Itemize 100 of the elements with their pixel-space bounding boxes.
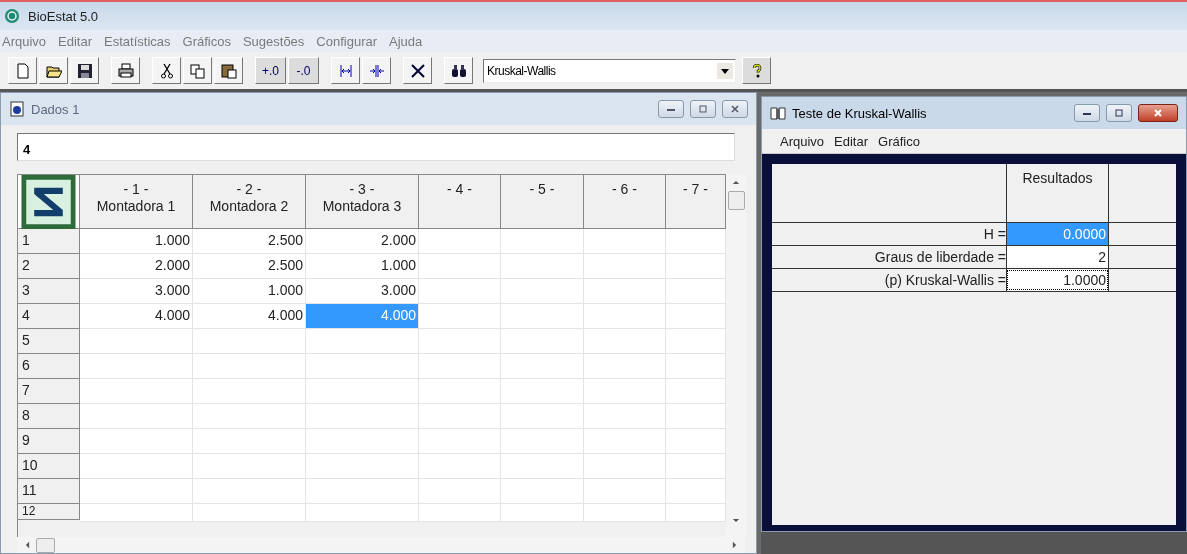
table-cell[interactable] (193, 429, 306, 454)
table-cell[interactable] (80, 454, 193, 479)
row-header[interactable]: 11 (18, 479, 80, 504)
cut-icon[interactable] (152, 57, 181, 84)
table-cell[interactable] (501, 354, 584, 379)
maximize-button[interactable] (690, 100, 716, 118)
table-cell[interactable] (419, 304, 501, 329)
table-cell[interactable] (419, 379, 501, 404)
table-cell[interactable] (584, 429, 666, 454)
table-cell[interactable] (501, 404, 584, 429)
open-folder-icon[interactable] (39, 57, 68, 84)
menu-item[interactable]: Gráfico (878, 133, 920, 149)
table-cell[interactable] (419, 329, 501, 354)
analysis-dropdown[interactable]: Kruskal-Wallis (483, 58, 736, 83)
table-cell[interactable] (666, 379, 726, 404)
table-cell[interactable] (306, 504, 419, 522)
column-header[interactable]: - 4 - (419, 175, 501, 229)
table-cell[interactable]: 1.000 (306, 254, 419, 279)
row-header[interactable]: 2 (18, 254, 80, 279)
table-cell[interactable] (584, 379, 666, 404)
table-cell[interactable] (419, 229, 501, 254)
table-cell[interactable] (193, 379, 306, 404)
table-cell[interactable] (419, 279, 501, 304)
table-cell[interactable] (80, 379, 193, 404)
row-header[interactable]: 4 (18, 304, 80, 329)
table-cell[interactable] (584, 229, 666, 254)
column-split-icon[interactable] (362, 57, 391, 84)
table-cell[interactable] (193, 354, 306, 379)
table-cell[interactable] (193, 329, 306, 354)
scroll-left-icon[interactable] (25, 541, 30, 549)
row-header[interactable]: 7 (18, 379, 80, 404)
row-header[interactable]: 1 (18, 229, 80, 254)
table-cell[interactable] (666, 304, 726, 329)
table-cell[interactable] (584, 304, 666, 329)
table-cell[interactable] (419, 429, 501, 454)
menu-item[interactable]: Editar (834, 133, 869, 149)
table-cell[interactable] (419, 404, 501, 429)
table-cell[interactable]: 3.000 (80, 279, 193, 304)
result-value[interactable]: 1.0000 (1006, 269, 1109, 291)
column-header[interactable]: - 2 - Montadora 2 (193, 175, 306, 229)
minimize-button[interactable] (658, 100, 684, 118)
table-cell[interactable] (501, 429, 584, 454)
scroll-up-icon[interactable] (732, 180, 740, 185)
menu-item[interactable]: Estatísticas (104, 33, 171, 49)
table-cell[interactable] (419, 454, 501, 479)
table-cell[interactable] (584, 279, 666, 304)
table-cell[interactable] (193, 504, 306, 522)
table-cell[interactable]: 2.000 (306, 229, 419, 254)
column-header[interactable]: - 5 - (501, 175, 584, 229)
table-cell[interactable] (419, 479, 501, 504)
table-cell[interactable] (80, 404, 193, 429)
table-cell[interactable] (80, 354, 193, 379)
row-header[interactable]: 10 (18, 454, 80, 479)
table-cell[interactable] (80, 479, 193, 504)
scroll-thumb[interactable] (727, 191, 745, 210)
table-cell[interactable]: 2.500 (193, 229, 306, 254)
close-button[interactable] (722, 100, 748, 118)
table-cell[interactable] (666, 229, 726, 254)
table-cell[interactable] (584, 329, 666, 354)
table-cell[interactable] (306, 329, 419, 354)
row-header[interactable]: 12 (18, 504, 80, 520)
table-cell[interactable] (501, 229, 584, 254)
printer-icon[interactable] (111, 57, 140, 84)
menu-item[interactable]: Sugestões (242, 33, 305, 49)
cell-entry-field[interactable]: 4 (17, 133, 735, 161)
table-cell[interactable] (666, 479, 726, 504)
table-cell[interactable] (80, 429, 193, 454)
row-header[interactable]: 6 (18, 354, 80, 379)
row-header[interactable]: 5 (18, 329, 80, 354)
decimal-button[interactable]: -.0 (288, 57, 319, 84)
table-cell[interactable] (501, 454, 584, 479)
help-icon[interactable] (742, 57, 771, 84)
horizontal-scrollbar[interactable] (17, 537, 745, 553)
menu-item[interactable]: Gráficos (182, 33, 231, 49)
minimize-button[interactable] (1074, 104, 1100, 122)
table-cell[interactable] (419, 504, 501, 522)
table-cell[interactable]: 1.000 (80, 229, 193, 254)
table-cell[interactable] (501, 329, 584, 354)
table-cell[interactable] (306, 354, 419, 379)
close-button[interactable] (1138, 104, 1178, 122)
menu-item[interactable]: Configurar (316, 33, 378, 49)
scroll-right-icon[interactable] (732, 541, 737, 549)
table-cell[interactable] (666, 329, 726, 354)
column-header[interactable]: - 3 - Montadora 3 (306, 175, 419, 229)
delete-icon[interactable] (403, 57, 432, 84)
table-cell[interactable] (193, 454, 306, 479)
menu-item[interactable]: Ajuda (389, 33, 423, 49)
scroll-down-icon[interactable] (732, 518, 740, 523)
table-cell[interactable]: 1.000 (193, 279, 306, 304)
table-cell[interactable] (584, 404, 666, 429)
binoculars-icon[interactable] (444, 57, 473, 84)
table-cell[interactable]: 4.000 (80, 304, 193, 329)
table-cell[interactable] (501, 479, 584, 504)
column-width-icon[interactable] (331, 57, 360, 84)
table-cell[interactable] (666, 429, 726, 454)
table-cell[interactable] (306, 454, 419, 479)
table-cell[interactable] (666, 454, 726, 479)
table-cell[interactable] (80, 504, 193, 522)
table-cell[interactable] (501, 254, 584, 279)
table-cell[interactable]: 2.000 (80, 254, 193, 279)
